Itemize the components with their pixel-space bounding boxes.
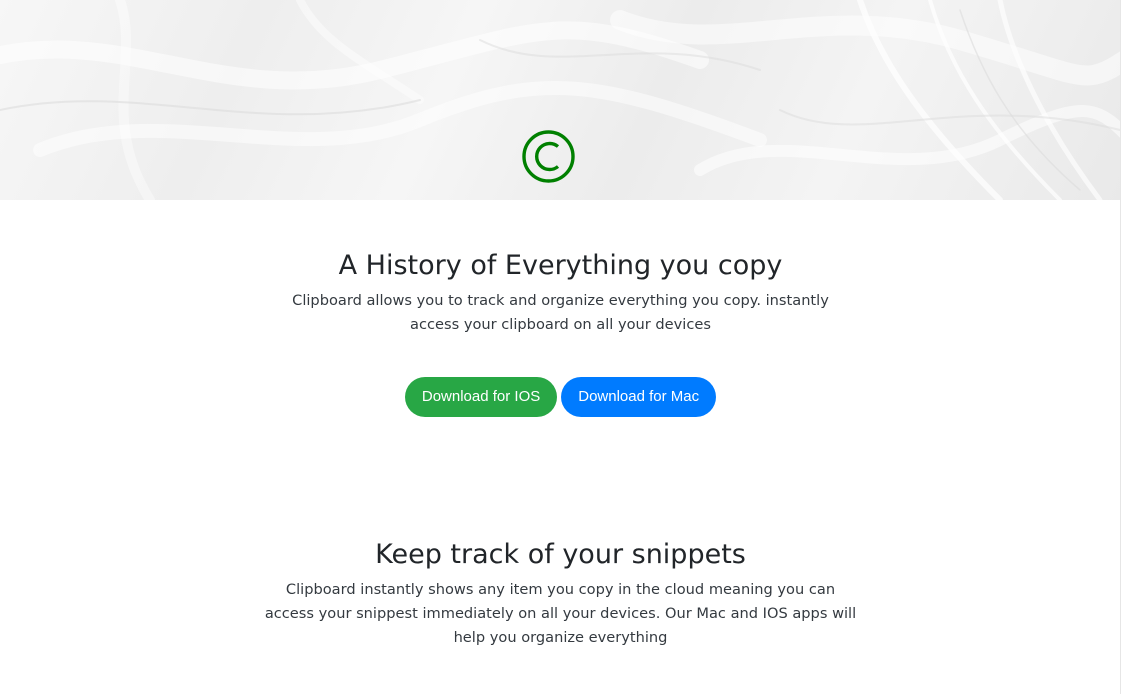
download-mac-button[interactable]: Download for Mac	[561, 377, 717, 417]
download-buttons: Download for IOS Download for Mac	[0, 377, 1121, 417]
history-section: A History of Everything you copy Clipboa…	[0, 247, 1121, 337]
copyright-logo-icon	[522, 130, 575, 183]
history-heading: A History of Everything you copy	[338, 250, 783, 281]
history-description: Clipboard allows you to track and organi…	[292, 292, 829, 333]
snippets-section: Keep track of your snippets Clipboard in…	[0, 536, 1121, 650]
snippets-description: Clipboard instantly shows any item you c…	[264, 581, 857, 646]
download-ios-button[interactable]: Download for IOS	[404, 377, 558, 417]
snippets-heading: Keep track of your snippets	[375, 539, 746, 570]
hero-banner	[0, 0, 1121, 200]
